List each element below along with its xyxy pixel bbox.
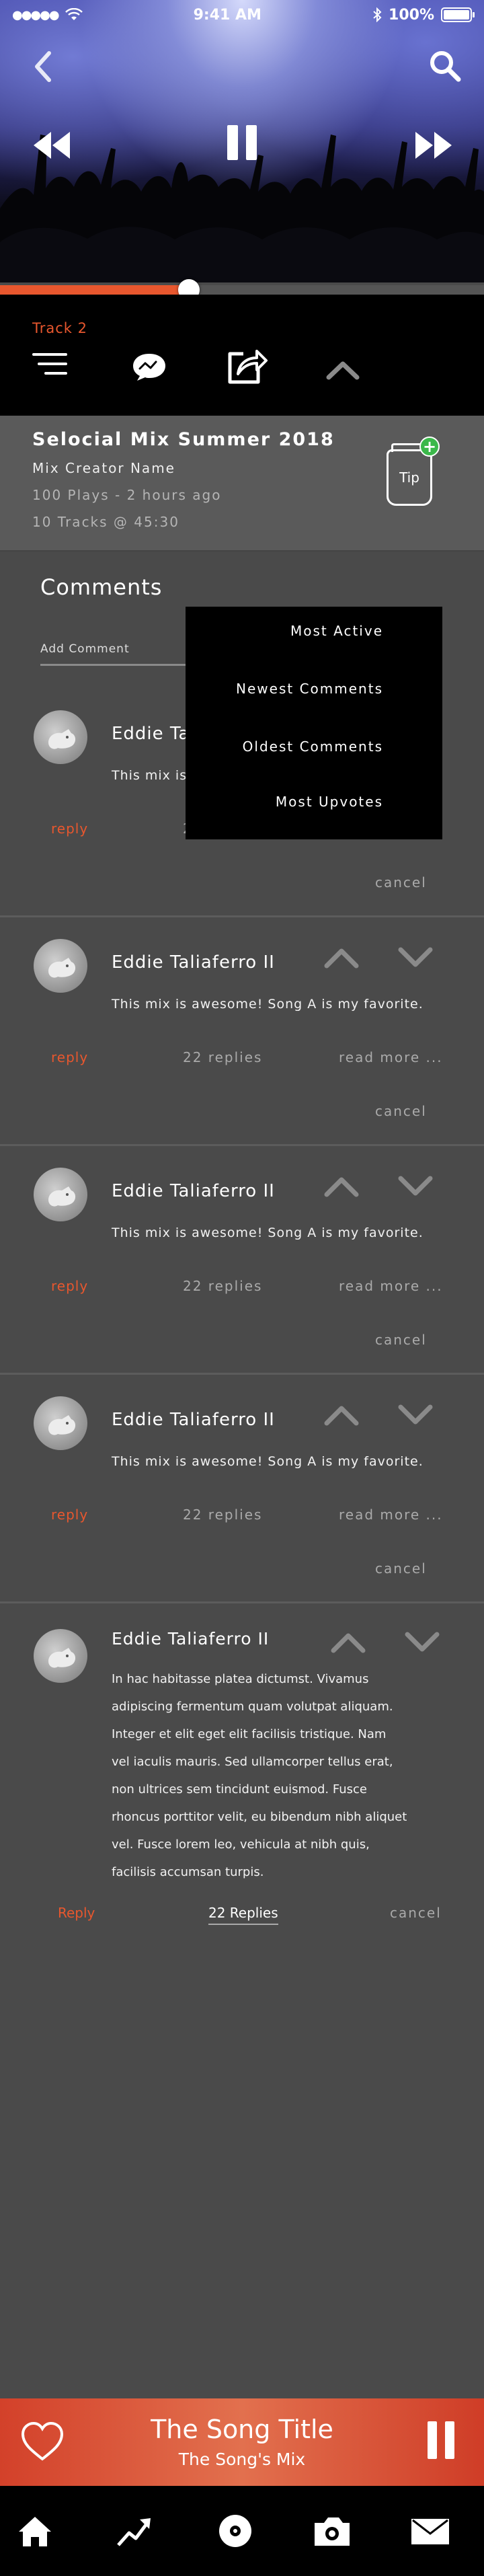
tab-bar: [0, 2486, 484, 2576]
avatar-dog-icon: [48, 1648, 76, 1668]
read-more-link[interactable]: read more ...: [339, 1507, 443, 1523]
comment-author[interactable]: Eddie Taliaferro II: [112, 1181, 275, 1201]
comment-item: Eddie Taliaferro II This mix is awesome!…: [0, 1146, 484, 1375]
now-playing-title: The Song Title: [151, 2415, 333, 2444]
avatar-dog-icon: [48, 1415, 76, 1435]
battery-percent: 100%: [389, 6, 434, 24]
sort-option-most-upvotes[interactable]: Most Upvotes: [276, 794, 383, 810]
upvote-chevron-icon[interactable]: [323, 1402, 363, 1431]
avatar-dog-icon: [48, 729, 76, 749]
trending-icon[interactable]: [108, 2507, 161, 2554]
signal-icon: ●●●●●: [12, 7, 60, 22]
reply-link[interactable]: Reply: [58, 1905, 95, 1921]
track-label: Track 2: [32, 320, 87, 336]
cancel-link[interactable]: cancel: [375, 1103, 427, 1119]
status-time: 9:41 AM: [193, 6, 261, 24]
disc-icon[interactable]: [208, 2507, 262, 2554]
tip-jar-button[interactable]: Tip +: [387, 437, 440, 506]
share-icon[interactable]: [223, 343, 270, 387]
replies-link[interactable]: 22 replies: [183, 1049, 262, 1065]
downvote-chevron-icon[interactable]: [403, 1629, 444, 1659]
plus-icon: +: [419, 437, 440, 457]
cancel-link[interactable]: cancel: [390, 1905, 442, 1921]
downvote-chevron-icon[interactable]: [397, 944, 437, 974]
replies-link[interactable]: 22 replies: [183, 1507, 262, 1523]
tip-label: Tip: [399, 469, 419, 486]
avatar[interactable]: [34, 710, 87, 764]
reply-link[interactable]: reply: [51, 1507, 88, 1523]
now-playing-bar[interactable]: The Song Title The Song's Mix: [0, 2398, 484, 2486]
chat-bubble-icon[interactable]: [129, 350, 169, 383]
avatar[interactable]: [34, 939, 87, 993]
avatar[interactable]: [34, 1396, 87, 1450]
comment-body: In hac habitasse platea dictumst. Vivamu…: [112, 1672, 407, 1879]
sort-option-newest[interactable]: Newest Comments: [236, 681, 383, 697]
home-icon[interactable]: [8, 2507, 62, 2554]
mail-icon[interactable]: [403, 2507, 457, 2554]
mix-info-card: Selocial Mix Summer 2018 Mix Creator Nam…: [0, 416, 484, 552]
status-bar: ●●●●● 9:41 AM 100%: [0, 0, 484, 30]
replies-link[interactable]: 22 Replies: [208, 1905, 278, 1925]
comment-text: This mix is awesome! Song A is my favori…: [112, 997, 424, 1012]
comment-item: Eddie Taliaferro II This mix is awesome!…: [0, 917, 484, 1146]
bluetooth-icon: [373, 7, 382, 22]
chevron-up-icon[interactable]: [325, 358, 360, 382]
rewind-icon[interactable]: [30, 128, 74, 163]
pause-icon[interactable]: [425, 2419, 458, 2463]
fast-forward-icon[interactable]: [411, 128, 456, 163]
avatar-dog-icon: [48, 958, 76, 978]
comment-text: This mix is awesome! Song A is my favori…: [112, 1225, 424, 1240]
mix-title: Selocial Mix Summer 2018: [32, 429, 335, 450]
controls-bar: Track 2: [0, 295, 484, 416]
mix-tracks: 10 Tracks @ 45:30: [32, 514, 179, 530]
battery-icon: [441, 7, 475, 22]
comment-item: Eddie Taliaferro II This mix is awesome!…: [0, 1375, 484, 1603]
camera-icon[interactable]: [305, 2507, 359, 2554]
wifi-icon: [65, 8, 83, 20]
comment-author[interactable]: Eddie Taliaferro II: [112, 1629, 269, 1649]
back-icon[interactable]: [30, 50, 56, 83]
reply-link[interactable]: reply: [51, 1049, 88, 1065]
now-playing-subtitle: The Song's Mix: [178, 2450, 306, 2469]
read-more-link[interactable]: read more ...: [339, 1278, 443, 1294]
replies-link[interactable]: 22 replies: [183, 1278, 262, 1294]
cancel-link[interactable]: cancel: [375, 1560, 427, 1577]
cancel-link[interactable]: cancel: [375, 1332, 427, 1348]
comment-text: This mix is awesome! Song A is my favori…: [112, 1454, 424, 1469]
search-icon[interactable]: [426, 47, 464, 85]
sort-dropdown: Most Active Newest Comments Oldest Comme…: [186, 607, 442, 839]
menu-lines-icon[interactable]: [31, 348, 69, 379]
avatar[interactable]: [34, 1629, 87, 1683]
pause-icon[interactable]: [222, 121, 262, 164]
upvote-chevron-icon[interactable]: [323, 944, 363, 974]
cancel-link[interactable]: cancel: [375, 874, 427, 891]
downvote-chevron-icon[interactable]: [397, 1402, 437, 1431]
downvote-chevron-icon[interactable]: [397, 1173, 437, 1203]
sort-option-most-active[interactable]: Most Active: [290, 623, 383, 639]
avatar[interactable]: [34, 1168, 87, 1221]
comment-expanded: Eddie Taliaferro II In hac habitasse pla…: [0, 1607, 484, 1925]
avatar-dog-icon: [48, 1186, 76, 1207]
reply-link[interactable]: reply: [51, 1278, 88, 1294]
reply-link[interactable]: reply: [51, 821, 88, 837]
upvote-chevron-icon[interactable]: [323, 1173, 363, 1203]
progress-fill: [0, 285, 189, 295]
comment-author[interactable]: Eddie Taliaferro II: [112, 952, 275, 973]
upvote-chevron-icon[interactable]: [329, 1629, 370, 1659]
read-more-link[interactable]: read more ...: [339, 1049, 443, 1065]
mix-creator[interactable]: Mix Creator Name: [32, 460, 175, 476]
comment-author[interactable]: Eddie Taliaferro II: [112, 1410, 275, 1430]
sort-option-oldest[interactable]: Oldest Comments: [243, 738, 383, 755]
mix-stats: 100 Plays - 2 hours ago: [32, 487, 222, 503]
progress-bar[interactable]: [0, 279, 484, 301]
comments-heading: Comments: [40, 574, 163, 600]
